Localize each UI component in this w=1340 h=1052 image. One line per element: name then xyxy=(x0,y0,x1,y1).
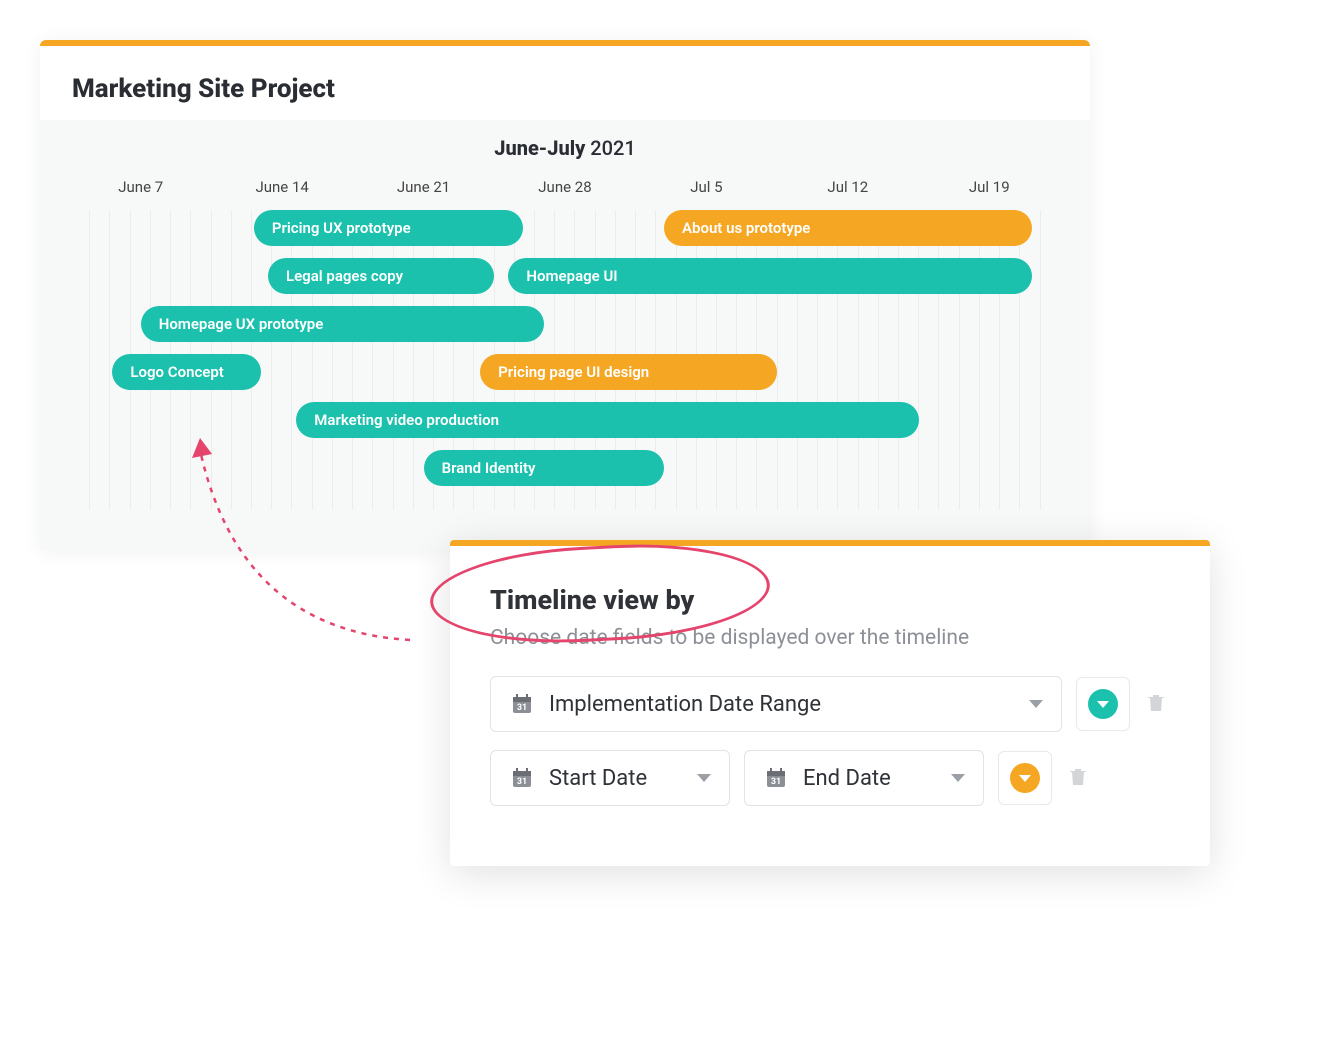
delete-row-button[interactable] xyxy=(1144,691,1170,717)
popover-subtitle: Choose date fields to be displayed over … xyxy=(490,626,1170,650)
gantt-task-bar[interactable]: Pricing page UI design xyxy=(480,354,777,390)
gantt-card: Marketing Site Project June-July 2021 Ju… xyxy=(40,40,1090,550)
gantt-task-bar[interactable]: Legal pages copy xyxy=(268,258,494,294)
gantt-task-bar[interactable]: Logo Concept xyxy=(112,354,261,390)
gantt-task-bar[interactable]: Homepage UI xyxy=(508,258,1031,294)
timeline-settings-popover: Timeline view by Choose date fields to b… xyxy=(450,540,1210,866)
date-column-header: June 14 xyxy=(211,178,352,196)
date-column-header: Jul 19 xyxy=(919,178,1060,196)
color-picker-button[interactable] xyxy=(998,751,1052,805)
date-column-header: June 28 xyxy=(494,178,635,196)
select-label: Start Date xyxy=(549,766,683,791)
date-axis: June 7June 14June 21June 28Jul 5Jul 12Ju… xyxy=(40,178,1090,196)
color-picker-button[interactable] xyxy=(1076,677,1130,731)
gantt-task-bar[interactable]: About us prototype xyxy=(664,210,1032,246)
svg-text:31: 31 xyxy=(517,777,527,787)
project-title: Marketing Site Project xyxy=(72,74,1058,104)
date-column-header: June 7 xyxy=(70,178,211,196)
calendar-icon: 31 xyxy=(509,765,535,791)
gantt-task-bar[interactable]: Homepage UX prototype xyxy=(141,306,544,342)
gantt-task-bar[interactable]: Pricing UX prototype xyxy=(254,210,523,246)
select-label: End Date xyxy=(803,766,937,791)
date-range-select[interactable]: 31 Implementation Date Range xyxy=(490,676,1062,732)
period-title: June-July 2021 xyxy=(40,136,1090,160)
chevron-down-icon xyxy=(951,774,965,782)
chevron-down-icon xyxy=(697,774,711,782)
chevron-down-icon xyxy=(1029,700,1043,708)
timeline-field-row: 31 Start Date 31 End Date xyxy=(490,750,1170,806)
delete-row-button[interactable] xyxy=(1066,765,1092,791)
color-swatch-orange xyxy=(1010,763,1040,793)
timeline-field-row: 31 Implementation Date Range xyxy=(490,676,1170,732)
gantt-bars: Pricing UX prototype About us prototype Le… xyxy=(70,210,1060,510)
date-column-header: Jul 5 xyxy=(636,178,777,196)
gantt-task-bar[interactable]: Brand Identity xyxy=(424,450,664,486)
gantt-rows: Pricing UX prototype About us prototype Le… xyxy=(40,210,1090,510)
select-label: Implementation Date Range xyxy=(549,692,1015,717)
period-year: 2021 xyxy=(590,136,635,160)
gantt-header: Marketing Site Project xyxy=(40,46,1090,120)
gantt-body: June-July 2021 June 7June 14June 21June … xyxy=(40,120,1090,550)
calendar-icon: 31 xyxy=(509,691,535,717)
svg-text:31: 31 xyxy=(517,703,527,713)
color-swatch-teal xyxy=(1088,689,1118,719)
start-date-select[interactable]: 31 Start Date xyxy=(490,750,730,806)
calendar-icon: 31 xyxy=(763,765,789,791)
date-column-header: Jul 12 xyxy=(777,178,918,196)
date-column-header: June 21 xyxy=(353,178,494,196)
period-range: June-July xyxy=(494,136,585,160)
svg-text:31: 31 xyxy=(771,777,781,787)
popover-title: Timeline view by xyxy=(490,584,1170,616)
gantt-task-bar[interactable]: Marketing video production xyxy=(296,402,918,438)
end-date-select[interactable]: 31 End Date xyxy=(744,750,984,806)
